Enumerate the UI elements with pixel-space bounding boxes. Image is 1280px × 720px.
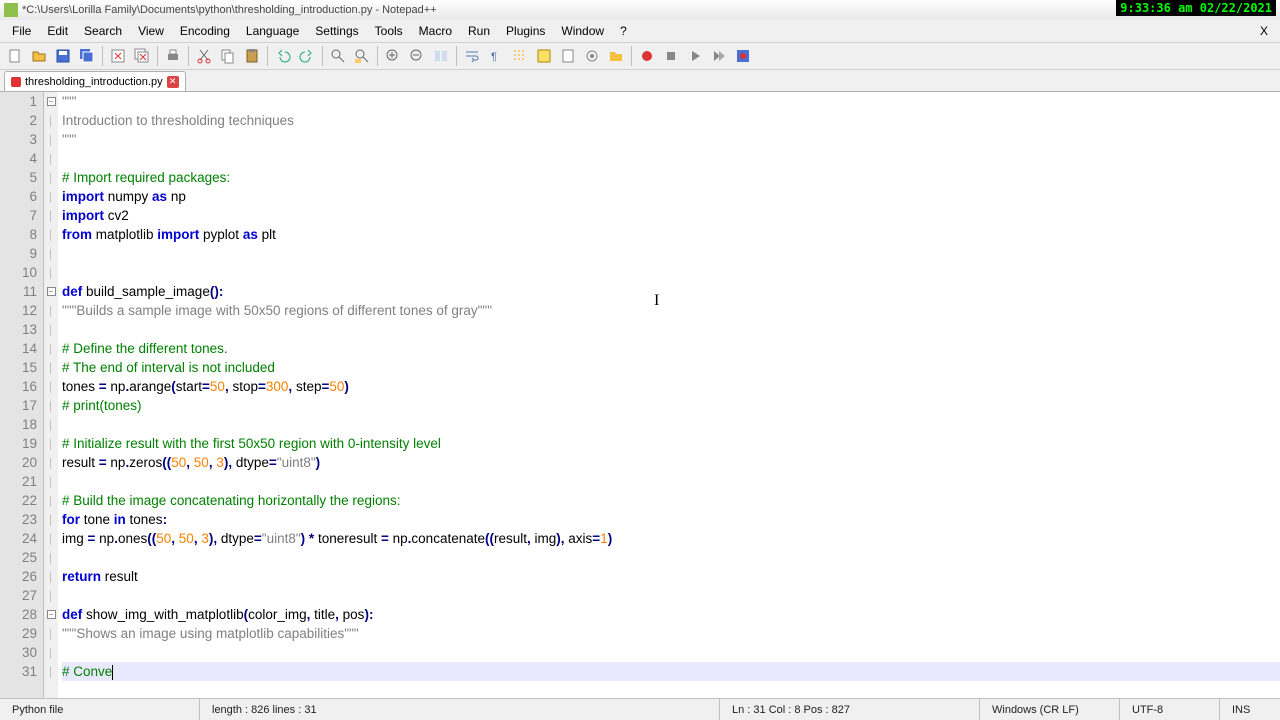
tab-close-icon[interactable]: ✕ [167, 76, 179, 88]
menu-tools[interactable]: Tools [367, 22, 411, 40]
timestamp-overlay: 9:33:36 am 02/22/2021 [1116, 0, 1276, 16]
menu-view[interactable]: View [130, 22, 172, 40]
replace-icon[interactable] [351, 45, 373, 67]
svg-text:¶: ¶ [491, 51, 497, 63]
close-all-icon[interactable] [131, 45, 153, 67]
print-icon[interactable] [162, 45, 184, 67]
menu-run[interactable]: Run [460, 22, 498, 40]
fold-column[interactable]: −│││││││││−││││││││││││││││−│││ [44, 92, 58, 698]
menu-macro[interactable]: Macro [411, 22, 460, 40]
redo-icon[interactable] [296, 45, 318, 67]
status-encoding: UTF-8 [1120, 699, 1220, 720]
undo-icon[interactable] [272, 45, 294, 67]
close-file-icon[interactable] [107, 45, 129, 67]
word-wrap-icon[interactable] [461, 45, 483, 67]
code-area[interactable]: I """Introduction to thresholding techni… [58, 92, 1280, 698]
record-macro-icon[interactable] [636, 45, 658, 67]
stop-macro-icon[interactable] [660, 45, 682, 67]
tab-bar: thresholding_introduction.py ✕ [0, 70, 1280, 92]
close-button[interactable]: X [1252, 24, 1276, 38]
status-eol: Windows (CR LF) [980, 699, 1120, 720]
line-gutter: 1234567891011121314151617181920212223242… [0, 92, 44, 698]
indent-guide-icon[interactable] [509, 45, 531, 67]
menu-bar: File Edit Search View Encoding Language … [0, 20, 1280, 42]
tab-file[interactable]: thresholding_introduction.py ✕ [4, 71, 186, 91]
new-file-icon[interactable] [4, 45, 26, 67]
zoom-out-icon[interactable] [406, 45, 428, 67]
status-ins: INS [1220, 699, 1280, 720]
copy-icon[interactable] [217, 45, 239, 67]
menu-window[interactable]: Window [553, 22, 612, 40]
save-all-icon[interactable] [76, 45, 98, 67]
status-filetype: Python file [0, 699, 200, 720]
menu-encoding[interactable]: Encoding [172, 22, 238, 40]
status-length: length : 826 lines : 31 [200, 699, 720, 720]
paste-icon[interactable] [241, 45, 263, 67]
show-all-chars-icon[interactable]: ¶ [485, 45, 507, 67]
udl-icon[interactable] [533, 45, 555, 67]
menu-settings[interactable]: Settings [307, 22, 366, 40]
title-bar: *C:\Users\Lorilla Family\Documents\pytho… [0, 0, 1280, 20]
window-title: *C:\Users\Lorilla Family\Documents\pytho… [22, 4, 437, 16]
func-list-icon[interactable] [581, 45, 603, 67]
save-macro-icon[interactable] [732, 45, 754, 67]
editor[interactable]: 1234567891011121314151617181920212223242… [0, 92, 1280, 698]
status-position: Ln : 31 Col : 8 Pos : 827 [720, 699, 980, 720]
menu-edit[interactable]: Edit [39, 22, 76, 40]
menu-search[interactable]: Search [76, 22, 130, 40]
save-icon[interactable] [52, 45, 74, 67]
status-bar: Python file length : 826 lines : 31 Ln :… [0, 698, 1280, 720]
app-icon [4, 3, 18, 17]
zoom-in-icon[interactable] [382, 45, 404, 67]
menu-plugins[interactable]: Plugins [498, 22, 553, 40]
open-file-icon[interactable] [28, 45, 50, 67]
tab-label: thresholding_introduction.py [25, 76, 163, 88]
doc-map-icon[interactable] [557, 45, 579, 67]
play-macro-icon[interactable] [684, 45, 706, 67]
cut-icon[interactable] [193, 45, 215, 67]
folder-workspace-icon[interactable] [605, 45, 627, 67]
toolbar: ¶ [0, 42, 1280, 70]
modified-icon [11, 77, 21, 87]
play-multi-icon[interactable] [708, 45, 730, 67]
menu-file[interactable]: File [4, 22, 39, 40]
find-icon[interactable] [327, 45, 349, 67]
sync-scroll-icon[interactable] [430, 45, 452, 67]
menu-help[interactable]: ? [612, 22, 635, 40]
menu-language[interactable]: Language [238, 22, 307, 40]
